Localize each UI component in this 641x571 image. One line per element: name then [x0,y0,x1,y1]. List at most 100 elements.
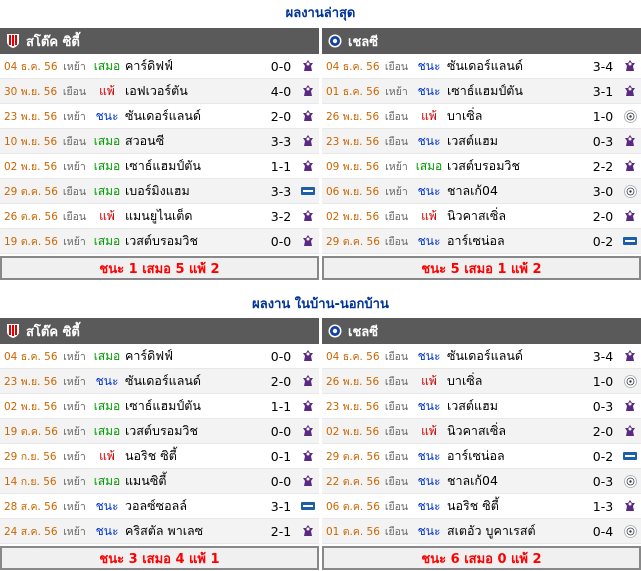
opponent-name[interactable]: บาเซิ่ล [445,371,587,391]
match-result: ชนะ [95,523,119,538]
stoke-crest-icon [6,323,20,339]
opponent-name[interactable]: ซันเดอร์แลนด์ [445,56,587,76]
premier-league-icon [619,159,641,173]
match-result: เสมอ [93,158,121,173]
premier-league-icon [619,499,641,513]
opponent-name[interactable]: นิวคาสเซิ่ล [445,206,587,226]
premier-league-icon [619,349,641,363]
match-result: เสมอ [93,473,121,488]
opponent-name[interactable]: อาร์เซน่อล [445,446,587,466]
match-venue: เหย้า [385,185,408,198]
match-date: 09 พ.ย. 56 [326,160,380,173]
opponent-name[interactable]: เวสต์แฮม [445,131,587,151]
premier-league-icon [297,349,319,363]
match-score: 3-0 [592,183,614,199]
match-score: 2-0 [270,108,292,124]
opponent-name[interactable]: ซันเดอร์แลนด์ [123,371,265,391]
opponent-name[interactable]: ชาลเก้04 [445,181,587,201]
champions-league-icon [619,184,641,198]
opponent-name[interactable]: เวสต์บรอมวิช [123,421,265,441]
match-date: 23 พ.ย. 56 [326,135,380,148]
match-result: ชนะ [417,398,441,413]
league-cup-icon [297,187,319,195]
match-score: 3-1 [592,83,614,99]
match-row: 30 พ.ย. 56 เยือน แพ้ เอฟเวอร์ตัน 4-0 [0,79,319,104]
opponent-name[interactable]: นอริช ซิตี้ [445,496,587,516]
match-row: 02 พ.ย. 56 เหย้า เสมอ เซาธ์แฮมป์ตัน 1-1 [0,154,319,179]
match-date: 29 ต.ค. 56 [326,235,380,248]
match-date: 06 พ.ย. 56 [326,185,380,198]
match-result: แพ้ [421,423,437,438]
match-result: แพ้ [99,448,115,463]
opponent-name[interactable]: บาเซิ่ล [445,106,587,126]
opponent-name[interactable]: เวสต์บรอมวิช [123,231,265,251]
opponent-name[interactable]: คาร์ดิฟฟ์ [123,346,265,366]
premier-league-icon [297,109,319,123]
match-row: 02 พ.ย. 56 เยือน แพ้ นิวคาสเซิ่ล 2-0 [322,419,641,444]
chelsea-crest-icon [328,323,342,339]
opponent-name[interactable]: แมนซิตี้ [123,471,265,491]
premier-league-icon [297,524,319,538]
summary-bar: ชนะ 1 เสมอ 5 แพ้ 2 [0,256,319,280]
match-date: 04 ธ.ค. 56 [4,60,58,73]
match-score: 0-0 [270,348,292,364]
match-result: แพ้ [99,208,115,223]
summary-bar: ชนะ 6 เสมอ 0 แพ้ 2 [322,546,641,570]
panel-header: เชลซี [322,318,641,344]
match-result: แพ้ [421,208,437,223]
match-list: 04 ธ.ค. 56 เยือน ชนะ ซันเดอร์แลนด์ 3-4 26 พ.ย… [322,344,641,544]
opponent-name[interactable]: อาร์เซน่อล [445,231,587,251]
opponent-name[interactable]: คริสตัล พาเลซ [123,521,265,541]
opponent-name[interactable]: เอฟเวอร์ตัน [123,81,265,101]
panel-away-team: เชลซี 04 ธ.ค. 56 เยือน ชนะ ซันเดอร์แลนด์ 3-4… [322,28,641,280]
match-row: 23 พ.ย. 56 เยือน ชนะ เวสต์แฮม 0-3 [322,394,641,419]
opponent-name[interactable]: เวสต์บรอมวิช [445,156,587,176]
opponent-name[interactable]: สวอนซี [123,131,265,151]
premier-league-icon [297,474,319,488]
match-row: 29 ก.ย. 56 เหย้า แพ้ นอริช ซิตี้ 0-1 [0,444,319,469]
match-venue: เหย้า [63,160,86,173]
opponent-name[interactable]: ซันเดอร์แลนด์ [123,106,265,126]
champions-league-icon [619,474,641,488]
match-date: 23 พ.ย. 56 [4,110,58,123]
match-result: เสมอ [93,348,121,363]
match-row: 23 พ.ย. 56 เหย้า ชนะ ซันเดอร์แลนด์ 2-0 [0,104,319,129]
match-date: 04 ธ.ค. 56 [326,60,380,73]
match-score: 1-0 [592,373,614,389]
opponent-name[interactable]: เซาธ์แฮมป์ตัน [123,396,265,416]
premier-league-icon [297,84,319,98]
match-date: 04 ธ.ค. 56 [4,350,58,363]
match-row: 04 ธ.ค. 56 เหย้า เสมอ คาร์ดิฟฟ์ 0-0 [0,344,319,369]
match-result: แพ้ [99,83,115,98]
opponent-name[interactable]: นอริช ซิตี้ [123,446,265,466]
match-venue: เหย้า [63,235,86,248]
opponent-name[interactable]: คาร์ดิฟฟ์ [123,56,265,76]
opponent-name[interactable]: แมนยูไนเต็ด [123,206,265,226]
opponent-name[interactable]: ชาลเก้04 [445,471,587,491]
opponent-name[interactable]: เซาธ์แฮมป์ตัน [445,81,587,101]
match-date: 02 พ.ย. 56 [4,160,58,173]
premier-league-icon [619,59,641,73]
match-venue: เยือน [384,425,409,438]
opponent-name[interactable]: สเตอัว บูคาเรสต์ [445,521,587,541]
match-result: เสมอ [93,183,121,198]
match-venue: เยือน [384,400,409,413]
match-venue: เหย้า [385,160,408,173]
section-recent-form: ผลงานล่าสุด สโต๊ค ซิตี้ 04 ธ.ค. 56 เหย้าเ… [0,0,641,280]
match-date: 01 ธ.ค. 56 [326,85,380,98]
team-name: เชลซี [348,324,379,340]
match-row: 04 ธ.ค. 56 เหย้า เสมอ คาร์ดิฟฟ์ 0-0 [0,54,319,79]
opponent-name[interactable]: เซาธ์แฮมป์ตัน [123,156,265,176]
chelsea-crest-icon [328,33,342,49]
opponent-name[interactable]: นิวคาสเซิ่ล [445,421,587,441]
opponent-name[interactable]: เบอร์มิงแฮม [123,181,265,201]
opponent-name[interactable]: วอลซ์ซอลล์ [123,496,265,516]
premier-league-icon [619,399,641,413]
match-score: 3-3 [270,183,292,199]
opponent-name[interactable]: เวสต์แฮม [445,396,587,416]
match-row: 24 ส.ค. 56 เหย้า ชนะ คริสตัล พาเลซ 2-1 [0,519,319,544]
opponent-name[interactable]: ซันเดอร์แลนด์ [445,346,587,366]
match-result: ชนะ [95,373,119,388]
match-row: 02 พ.ย. 56 เยือน แพ้ นิวคาสเซิ่ล 2-0 [322,204,641,229]
match-row: 29 ต.ค. 56 เยือน ชนะ อาร์เซน่อล 0-2 [322,229,641,254]
